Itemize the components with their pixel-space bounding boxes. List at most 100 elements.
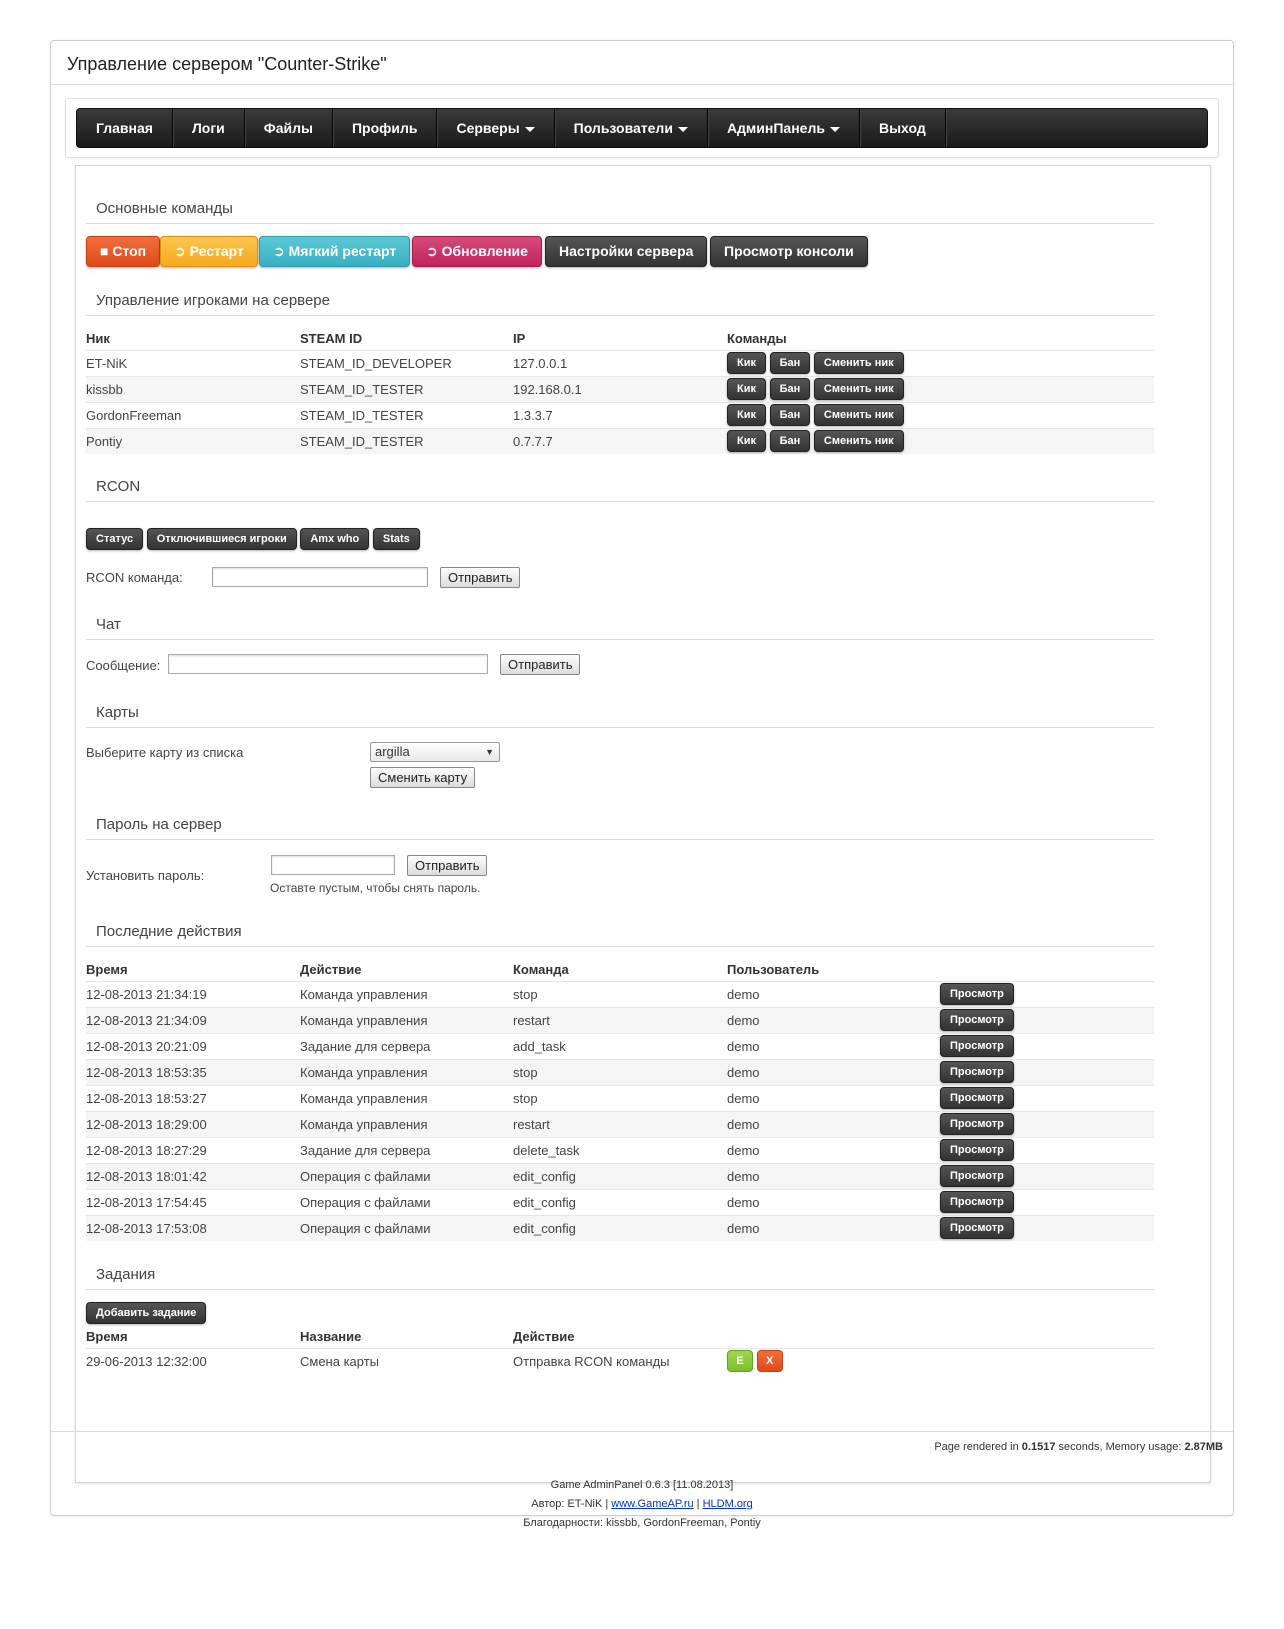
nav-item-logs[interactable]: Логи — [173, 109, 245, 147]
author-text: Автор: ET-NiK | — [531, 1498, 612, 1510]
change-nick-button[interactable]: Сменить ник — [813, 430, 904, 453]
player-nick: GordonFreeman — [86, 401, 300, 428]
rcon-status-button[interactable]: Статус — [86, 528, 144, 550]
stop-button[interactable]: ■ Стоп — [86, 236, 161, 267]
action-user: demo — [727, 1188, 940, 1215]
table-row: 12-08-2013 18:53:35 Команда управления sto… — [86, 1058, 1154, 1085]
nav-item-servers[interactable]: Серверы — [437, 109, 555, 147]
action-command: edit_config — [513, 1214, 727, 1241]
view-button[interactable]: Просмотр — [940, 1061, 1014, 1083]
ban-button[interactable]: Бан — [769, 430, 811, 453]
caret-down-icon — [677, 126, 688, 132]
view-button[interactable]: Просмотр — [940, 1217, 1014, 1240]
nav-item-home[interactable]: Главная — [77, 109, 173, 147]
map-select[interactable]: argilla ▼ — [370, 742, 500, 762]
server-settings-button[interactable]: Настройки сервера — [545, 236, 708, 267]
player-ip: 192.168.0.1 — [513, 375, 727, 402]
change-nick-button[interactable]: Сменить ник — [813, 404, 904, 426]
nav-item-users[interactable]: Пользователи — [555, 109, 708, 147]
section-heading-tasks: Задания — [86, 1266, 1154, 1290]
ban-button[interactable]: Бан — [769, 378, 811, 400]
ban-button[interactable]: Бан — [769, 404, 811, 426]
rcon-command-input[interactable] — [212, 567, 428, 587]
table-row: 12-08-2013 18:01:42 Операция с файлами edi… — [86, 1162, 1154, 1189]
nav-item-files[interactable]: Файлы — [245, 109, 333, 147]
delete-task-button[interactable]: X — [756, 1350, 783, 1373]
view-button[interactable]: Просмотр — [940, 1191, 1014, 1213]
action-command: stop — [513, 1058, 727, 1085]
column-header: STEAM ID — [300, 328, 513, 351]
nav-item-profile[interactable]: Профиль — [333, 109, 438, 147]
action-type: Команда управления — [300, 980, 513, 1007]
ban-button[interactable]: Бан — [769, 352, 811, 374]
action-time: 12-08-2013 17:54:45 — [86, 1188, 300, 1215]
rcon-amx-who-button[interactable]: Amx who — [300, 528, 370, 550]
action-user: demo — [727, 1084, 940, 1111]
nav-label: Профиль — [351, 120, 418, 136]
chat-send-button[interactable]: Отправить — [500, 654, 581, 675]
password-input[interactable] — [271, 855, 395, 875]
nav-label: Серверы — [456, 120, 520, 136]
view-button[interactable]: Просмотр — [940, 1113, 1014, 1135]
rcon-send-button[interactable]: Отправить — [440, 567, 521, 588]
change-nick-button[interactable]: Сменить ник — [813, 352, 904, 374]
action-time: 12-08-2013 21:34:19 — [86, 980, 300, 1007]
nav-label: Выход — [878, 120, 926, 136]
player-nick: Pontiy — [86, 427, 300, 454]
action-type: Операция с файлами — [300, 1162, 513, 1189]
action-time: 12-08-2013 20:21:09 — [86, 1032, 300, 1059]
view-console-button[interactable]: Просмотр консоли — [710, 236, 868, 267]
view-button[interactable]: Просмотр — [940, 983, 1014, 1005]
nav-item-logout[interactable]: Выход — [860, 109, 946, 147]
column-header — [940, 959, 1154, 982]
section-heading-recent-actions: Последние действия — [86, 923, 1154, 947]
kick-button[interactable]: Кик — [727, 404, 766, 426]
column-header: Время — [86, 959, 300, 982]
chat-message-input[interactable] — [168, 654, 488, 674]
restart-button[interactable]: ➲ Рестарт — [160, 236, 258, 267]
edit-task-button[interactable]: E — [727, 1350, 753, 1373]
kick-button[interactable]: Кик — [727, 430, 766, 453]
kick-button[interactable]: Кик — [727, 378, 766, 400]
nav-label: Файлы — [263, 120, 313, 136]
table-row: 12-08-2013 21:34:19 Команда управления sto… — [86, 980, 1154, 1007]
action-user: demo — [727, 1214, 940, 1241]
add-task-button[interactable]: Добавить задание — [86, 1302, 207, 1324]
nav-item-adminpanel[interactable]: АдминПанель — [708, 109, 860, 147]
view-button[interactable]: Просмотр — [940, 1139, 1014, 1161]
action-command: add_task — [513, 1032, 727, 1059]
update-button[interactable]: ➲ Обновление — [412, 236, 542, 267]
player-nick: kissbb — [86, 375, 300, 402]
rcon-stats-button[interactable]: Stats — [372, 528, 420, 550]
task-action: Отправка RCON команды — [513, 1347, 727, 1374]
action-command: edit_config — [513, 1162, 727, 1189]
rcon-disconnected-players-button[interactable]: Отключившиеся игроки — [146, 528, 297, 550]
change-map-button[interactable]: Сменить карту — [370, 767, 476, 788]
password-send-button[interactable]: Отправить — [407, 855, 488, 876]
password-label: Установить пароль: — [86, 868, 205, 883]
player-commands: Кик Бан Сменить ник — [727, 401, 1154, 428]
link-separator: | — [693, 1498, 703, 1510]
nav-label: Пользователи — [573, 120, 673, 136]
action-type: Команда управления — [300, 1058, 513, 1085]
view-button[interactable]: Просмотр — [940, 1087, 1014, 1109]
column-header: Команда — [513, 959, 727, 982]
view-button[interactable]: Просмотр — [940, 1035, 1014, 1057]
player-steamid: STEAM_ID_TESTER — [300, 375, 513, 402]
gameap-link[interactable]: www.GameAP.ru — [611, 1498, 693, 1510]
kick-button[interactable]: Кик — [727, 352, 766, 374]
render-time: 0.1517 — [1021, 1441, 1056, 1453]
action-time: 12-08-2013 18:53:35 — [86, 1058, 300, 1085]
view-button[interactable]: Просмотр — [940, 1009, 1014, 1031]
table-header: Ник STEAM ID IP Команды — [86, 328, 1154, 351]
hldm-link[interactable]: HLDM.org — [703, 1498, 753, 1510]
soft-restart-button[interactable]: ➲ Мягкий рестарт — [259, 236, 411, 267]
chat-message-label: Сообщение: — [86, 658, 161, 673]
action-type: Команда управления — [300, 1084, 513, 1111]
action-command: restart — [513, 1110, 727, 1137]
nav-label: Логи — [191, 120, 225, 136]
change-nick-button[interactable]: Сменить ник — [813, 378, 904, 400]
view-button[interactable]: Просмотр — [940, 1165, 1014, 1187]
player-ip: 127.0.0.1 — [513, 349, 727, 376]
action-view-cell: Просмотр — [940, 1006, 1154, 1033]
